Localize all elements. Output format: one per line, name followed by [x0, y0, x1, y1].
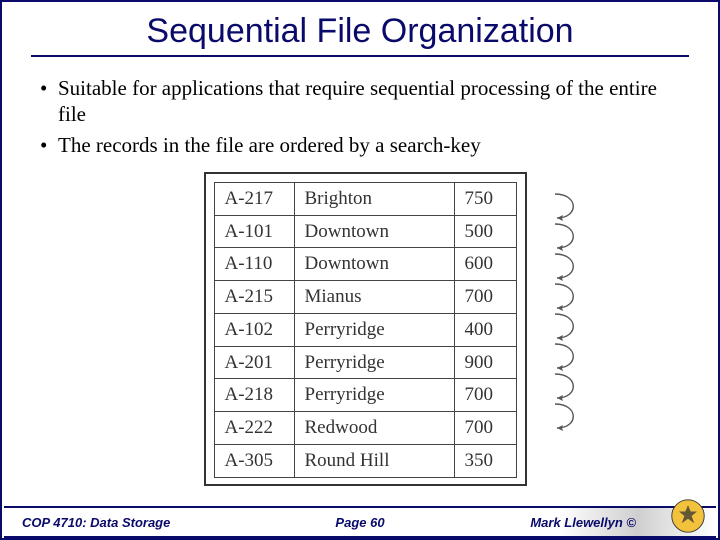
bullet-marker: • [40, 75, 58, 128]
cell-name: Round Hill [294, 444, 454, 477]
cell-value: 750 [454, 182, 516, 215]
footer-right: Mark Llewellyn © [530, 515, 636, 530]
cell-value: 350 [454, 444, 516, 477]
cell-id: A-217 [214, 182, 294, 215]
cell-value: 700 [454, 379, 516, 412]
bullet-text: The records in the file are ordered by a… [58, 132, 690, 158]
content-area: • Suitable for applications that require… [2, 57, 718, 486]
cell-value: 400 [454, 313, 516, 346]
slide-title: Sequential File Organization [2, 12, 718, 55]
footer: COP 4710: Data Storage Page 60 Mark Llew… [4, 506, 716, 538]
cell-id: A-215 [214, 281, 294, 314]
cell-id: A-101 [214, 215, 294, 248]
cell-id: A-222 [214, 412, 294, 445]
cell-id: A-102 [214, 313, 294, 346]
ucf-logo-icon [670, 498, 706, 534]
slide: Sequential File Organization • Suitable … [0, 0, 720, 540]
cell-name: Perryridge [294, 346, 454, 379]
record-table: A-217Brighton750A-101Downtown500A-110Dow… [214, 182, 517, 478]
table-row: A-110Downtown600 [214, 248, 516, 281]
cell-name: Redwood [294, 412, 454, 445]
cell-id: A-201 [214, 346, 294, 379]
cell-name: Perryridge [294, 313, 454, 346]
table-row: A-101Downtown500 [214, 215, 516, 248]
table-box: A-217Brighton750A-101Downtown500A-110Dow… [204, 172, 527, 486]
bullet-item: • Suitable for applications that require… [40, 75, 690, 128]
cell-name: Perryridge [294, 379, 454, 412]
table-row: A-201Perryridge900 [214, 346, 516, 379]
cell-name: Mianus [294, 281, 454, 314]
cell-name: Downtown [294, 248, 454, 281]
cell-value: 900 [454, 346, 516, 379]
bullet-marker: • [40, 132, 58, 158]
title-block: Sequential File Organization [2, 2, 718, 57]
footer-center: Page 60 [335, 515, 384, 530]
footer-left: COP 4710: Data Storage [22, 515, 170, 530]
table-row: A-218Perryridge700 [214, 379, 516, 412]
cell-value: 600 [454, 248, 516, 281]
table-row: A-215Mianus700 [214, 281, 516, 314]
cell-id: A-110 [214, 248, 294, 281]
cell-id: A-305 [214, 444, 294, 477]
table-area: A-217Brighton750A-101Downtown500A-110Dow… [40, 172, 690, 486]
table-row: A-222Redwood700 [214, 412, 516, 445]
cell-value: 500 [454, 215, 516, 248]
table-row: A-305Round Hill350 [214, 444, 516, 477]
link-arrow-icon [553, 396, 587, 434]
cell-name: Downtown [294, 215, 454, 248]
cell-value: 700 [454, 412, 516, 445]
cell-id: A-218 [214, 379, 294, 412]
cell-name: Brighton [294, 182, 454, 215]
cell-value: 700 [454, 281, 516, 314]
table-row: A-102Perryridge400 [214, 313, 516, 346]
table-row: A-217Brighton750 [214, 182, 516, 215]
bullet-item: • The records in the file are ordered by… [40, 132, 690, 158]
bullet-text: Suitable for applications that require s… [58, 75, 690, 128]
